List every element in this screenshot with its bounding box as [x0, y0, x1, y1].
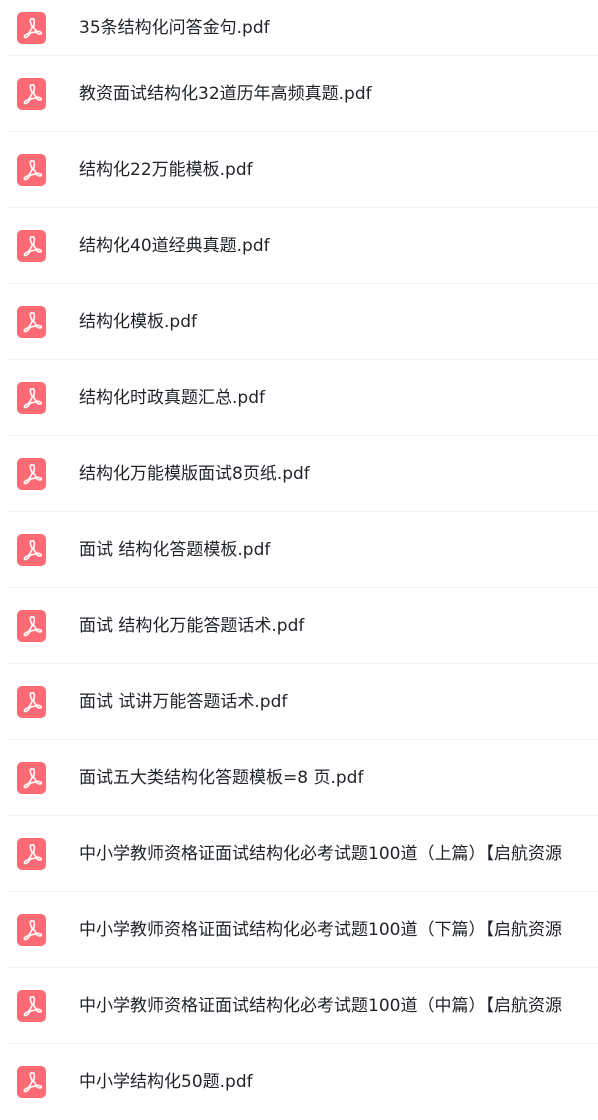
- file-name: 结构化万能模版面试8页纸.pdf: [79, 464, 310, 484]
- file-row[interactable]: 结构化模板.pdf: [0, 284, 598, 360]
- pdf-file-icon: [17, 686, 46, 718]
- pdf-file-icon: [17, 610, 46, 642]
- pdf-file-icon: [17, 458, 46, 490]
- file-name: 结构化时政真题汇总.pdf: [79, 388, 265, 408]
- file-row[interactable]: 面试 结构化答题模板.pdf: [0, 512, 598, 588]
- file-row[interactable]: 面试五大类结构化答题模板=8 页.pdf: [0, 740, 598, 816]
- pdf-file-icon: [17, 78, 46, 110]
- file-name: 中小学教师资格证面试结构化必考试题100道（下篇）【启航资源: [79, 920, 562, 940]
- pdf-file-icon: [17, 230, 46, 262]
- file-row[interactable]: 中小学教师资格证面试结构化必考试题100道（下篇）【启航资源: [0, 892, 598, 968]
- pdf-file-icon: [17, 914, 46, 946]
- file-row[interactable]: 面试 试讲万能答题话术.pdf: [0, 664, 598, 740]
- file-row[interactable]: 结构化时政真题汇总.pdf: [0, 360, 598, 436]
- file-name: 中小学教师资格证面试结构化必考试题100道（上篇）【启航资源: [79, 844, 562, 864]
- file-name: 面试五大类结构化答题模板=8 页.pdf: [79, 768, 364, 788]
- file-row[interactable]: 结构化22万能模板.pdf: [0, 132, 598, 208]
- file-name: 结构化模板.pdf: [79, 312, 197, 332]
- pdf-file-icon: [17, 154, 46, 186]
- pdf-file-icon: [17, 838, 46, 870]
- file-row[interactable]: 结构化万能模版面试8页纸.pdf: [0, 436, 598, 512]
- pdf-file-icon: [17, 762, 46, 794]
- file-row[interactable]: 中小学教师资格证面试结构化必考试题100道（中篇）【启航资源: [0, 968, 598, 1044]
- file-list: 35条结构化问答金句.pdf 教资面试结构化32道历年高频真题.pdf 结构化2…: [0, 0, 598, 1120]
- file-name: 结构化40道经典真题.pdf: [79, 236, 270, 256]
- pdf-file-icon: [17, 382, 46, 414]
- file-row[interactable]: 中小学结构化50题.pdf: [0, 1044, 598, 1120]
- file-name: 面试 结构化答题模板.pdf: [79, 540, 271, 560]
- file-row[interactable]: 35条结构化问答金句.pdf: [0, 0, 598, 56]
- pdf-file-icon: [17, 306, 46, 338]
- pdf-file-icon: [17, 1066, 46, 1098]
- file-name: 中小学教师资格证面试结构化必考试题100道（中篇）【启航资源: [79, 996, 562, 1016]
- pdf-file-icon: [17, 12, 46, 44]
- file-name: 中小学结构化50题.pdf: [79, 1072, 253, 1092]
- file-row[interactable]: 中小学教师资格证面试结构化必考试题100道（上篇）【启航资源: [0, 816, 598, 892]
- pdf-file-icon: [17, 534, 46, 566]
- file-name: 面试 试讲万能答题话术.pdf: [79, 692, 288, 712]
- pdf-file-icon: [17, 990, 46, 1022]
- file-name: 面试 结构化万能答题话术.pdf: [79, 616, 305, 636]
- file-row[interactable]: 面试 结构化万能答题话术.pdf: [0, 588, 598, 664]
- file-row[interactable]: 教资面试结构化32道历年高频真题.pdf: [0, 56, 598, 132]
- file-name: 结构化22万能模板.pdf: [79, 160, 253, 180]
- file-row[interactable]: 结构化40道经典真题.pdf: [0, 208, 598, 284]
- file-name: 35条结构化问答金句.pdf: [79, 18, 270, 38]
- file-name: 教资面试结构化32道历年高频真题.pdf: [79, 84, 372, 104]
